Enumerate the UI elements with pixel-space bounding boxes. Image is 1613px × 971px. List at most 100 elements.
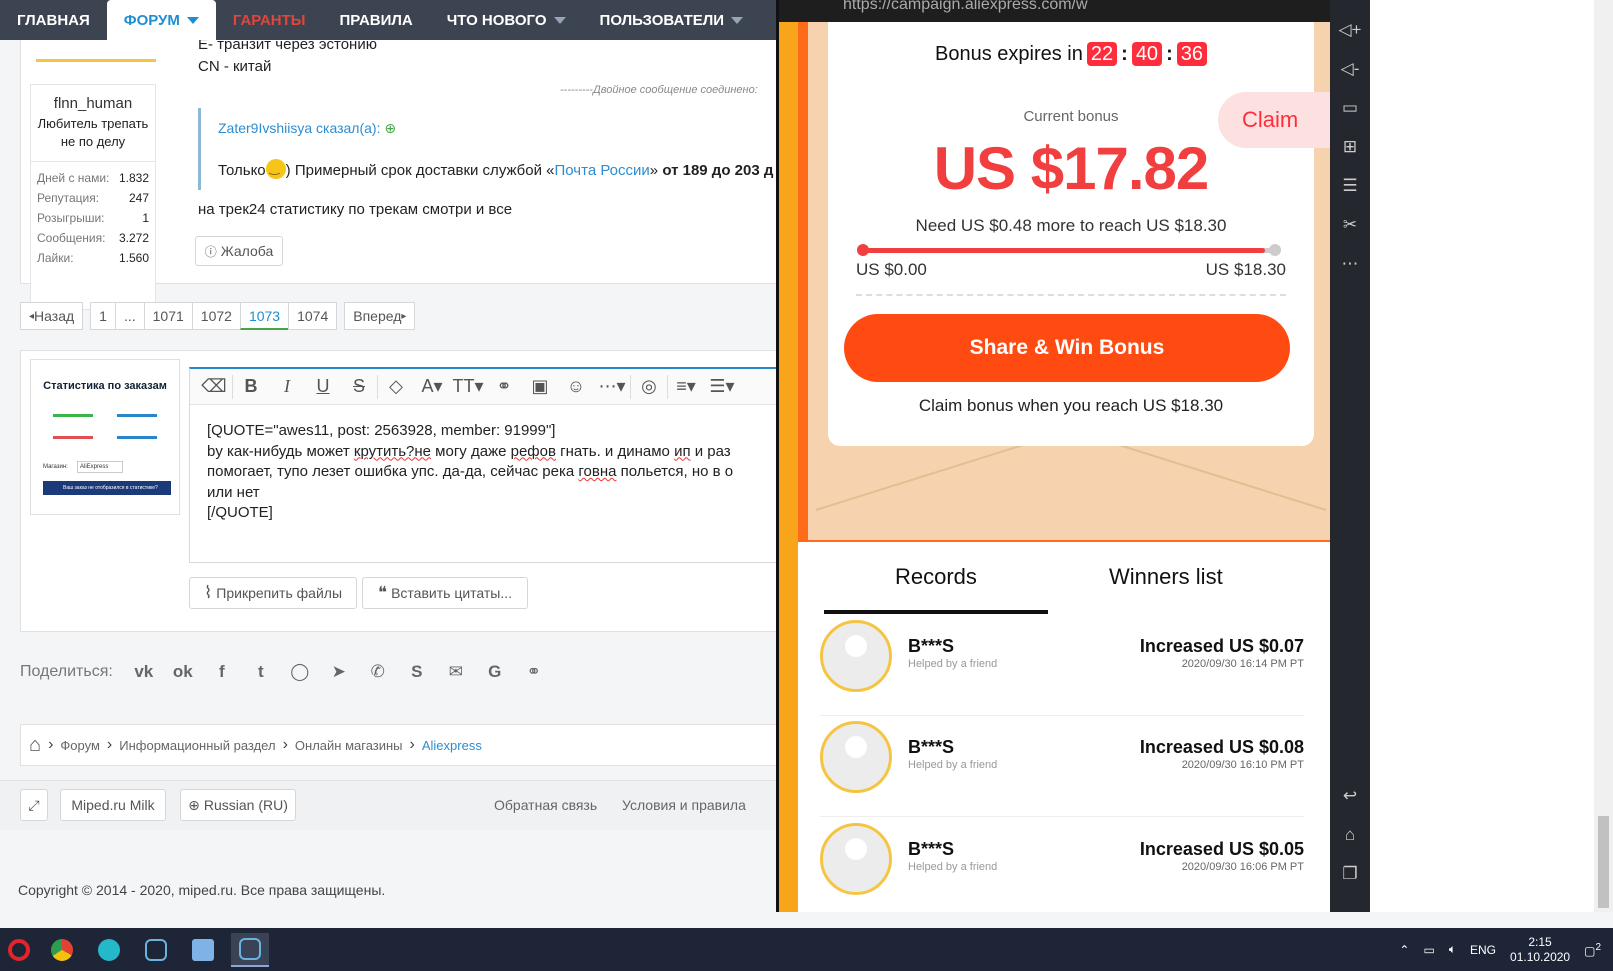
network-icon[interactable]: ▭ bbox=[1423, 943, 1434, 957]
breadcrumb-item[interactable]: Онлайн магазины bbox=[295, 738, 403, 753]
feedback-link[interactable]: Обратная связь bbox=[494, 797, 597, 813]
tab-winners-list[interactable]: Winners list bbox=[1109, 564, 1223, 590]
terms-link[interactable]: Условия и правила bbox=[622, 797, 746, 813]
avatar[interactable] bbox=[36, 40, 156, 62]
italic-icon[interactable]: I bbox=[269, 376, 305, 397]
style-chooser-button[interactable]: Miped.ru Milk bbox=[60, 789, 166, 821]
editor-text[interactable]: [QUOTE="awes11, post: 2563928, member: 9… bbox=[190, 405, 790, 540]
chevron-up-icon[interactable]: ⌃ bbox=[1399, 943, 1409, 957]
pager-next[interactable]: Вперед ▸ bbox=[344, 302, 416, 330]
whatsapp-icon[interactable]: ◯ bbox=[288, 660, 312, 684]
nox-icon[interactable] bbox=[137, 933, 175, 967]
expand-icon[interactable]: ⤢ bbox=[20, 789, 48, 821]
pager-page[interactable]: 1074 bbox=[288, 302, 338, 330]
list-icon[interactable]: ☰▾ bbox=[704, 376, 740, 397]
report-button[interactable]: ⓘ Жалоба bbox=[195, 236, 283, 266]
home-icon[interactable]: ⌂ bbox=[29, 734, 41, 757]
screen-icon[interactable]: ▭ bbox=[1338, 96, 1362, 120]
volume-down-icon[interactable]: ◁- bbox=[1338, 57, 1362, 81]
align-icon[interactable]: ≡▾ bbox=[668, 376, 704, 397]
url-bar[interactable]: https://campaign.aliexpress.com/w bbox=[779, 0, 1370, 22]
app-icon[interactable] bbox=[90, 933, 128, 967]
breadcrumb-item[interactable]: Форум bbox=[60, 738, 100, 753]
skype-icon[interactable]: S bbox=[405, 660, 429, 684]
username[interactable]: flnn_human bbox=[31, 95, 155, 112]
chevron-down-icon[interactable] bbox=[186, 16, 199, 24]
language-chooser-button[interactable]: ⊕ Russian (RU) bbox=[180, 789, 296, 821]
nav-users[interactable]: ПОЛЬЗОВАТЕЛИ bbox=[583, 0, 761, 40]
nav-guarantors[interactable]: ГАРАНТЫ bbox=[216, 0, 323, 40]
facebook-icon[interactable]: f bbox=[210, 660, 234, 684]
scissors-icon[interactable]: ✂ bbox=[1338, 213, 1362, 237]
viber-icon[interactable]: ✆ bbox=[366, 660, 390, 684]
message-editor[interactable]: ⌫ B I U S ◇ A▾ TT▾ ⚭ ▣ ☺ ⋯▾ ◎ ≡▾ ☰▾ [QUO… bbox=[189, 367, 790, 563]
smile-icon[interactable]: ☺ bbox=[558, 376, 594, 397]
misspelled-word: ип bbox=[674, 442, 691, 460]
recent-apps-icon[interactable]: ❐ bbox=[1338, 862, 1362, 886]
opera-icon[interactable] bbox=[0, 933, 38, 967]
nav-whats-new[interactable]: ЧТО НОВОГО bbox=[430, 0, 583, 40]
pager-ellipsis[interactable]: ... bbox=[114, 302, 145, 330]
pager-page[interactable]: 1 bbox=[90, 302, 116, 330]
book-icon[interactable] bbox=[184, 933, 222, 967]
multi-instance-icon[interactable]: ☰ bbox=[1338, 174, 1362, 198]
nav-forum[interactable]: ФОРУМ bbox=[106, 0, 216, 40]
link-icon[interactable]: ⚭ bbox=[486, 376, 522, 397]
volume-up-icon[interactable]: ◁+ bbox=[1338, 18, 1362, 42]
attach-files-button[interactable]: ⌇ Прикрепить файлы bbox=[189, 577, 357, 609]
scrollbar-thumb[interactable] bbox=[1598, 816, 1609, 908]
image-icon[interactable]: ▣ bbox=[522, 376, 558, 397]
stat-key: Розыгрыши: bbox=[37, 211, 105, 225]
email-icon[interactable]: ✉ bbox=[444, 660, 468, 684]
pager-page[interactable]: 1071 bbox=[143, 302, 193, 330]
home-icon[interactable]: ⌂ bbox=[1338, 823, 1362, 847]
odnoklassniki-icon[interactable]: ok bbox=[171, 660, 195, 684]
volume-icon[interactable]: 🔈︎ bbox=[1449, 942, 1456, 957]
clock[interactable]: 2:15 01.10.2020 bbox=[1510, 935, 1570, 965]
scrollbar[interactable] bbox=[1594, 0, 1613, 912]
more-icon[interactable]: ⋯ bbox=[1338, 252, 1362, 276]
breadcrumb-current[interactable]: Aliexpress bbox=[422, 738, 482, 753]
quote-author[interactable]: Zater9Ivshiisya сказал(а): ⊕ bbox=[218, 120, 396, 137]
vk-icon[interactable]: vk bbox=[132, 660, 156, 684]
eraser-icon[interactable]: ⌫ bbox=[196, 376, 232, 397]
nav-rules[interactable]: ПРАВИЛА bbox=[322, 0, 429, 40]
hide-icon[interactable]: ◎ bbox=[631, 376, 667, 397]
telegram-icon[interactable]: ➤ bbox=[327, 660, 351, 684]
notifications-icon[interactable]: ▢2 bbox=[1584, 942, 1601, 958]
color-drop-icon[interactable]: ◇ bbox=[378, 376, 414, 397]
quote-bold: от 189 до 203 д bbox=[662, 162, 774, 179]
apk-install-icon[interactable]: ⊞ bbox=[1338, 135, 1362, 159]
nav-home[interactable]: ГЛАВНАЯ bbox=[0, 0, 107, 40]
link-icon[interactable]: ⚭ bbox=[522, 660, 546, 684]
underline-icon[interactable]: U bbox=[305, 376, 341, 397]
strikethrough-icon[interactable]: S bbox=[341, 376, 377, 397]
font-icon[interactable]: A▾ bbox=[414, 376, 450, 397]
more-icon[interactable]: ⋯▾ bbox=[594, 376, 630, 397]
breadcrumb-item[interactable]: Информационный раздел bbox=[119, 738, 275, 753]
chevron-down-icon[interactable] bbox=[731, 16, 744, 24]
reply-panel: Статистика по заказам Магазин: AliExpres… bbox=[20, 350, 790, 632]
share-win-bonus-button[interactable]: Share & Win Bonus bbox=[844, 314, 1290, 382]
font-size-icon[interactable]: TT▾ bbox=[450, 376, 486, 397]
pager-prev[interactable]: ◂ Назад bbox=[20, 302, 84, 330]
user-avatar-thumbnail[interactable]: Статистика по заказам Магазин: AliExpres… bbox=[30, 359, 180, 515]
thumb-store-select: AliExpress bbox=[77, 461, 123, 473]
emulator-window: https://campaign.aliexpress.com/w Bonus … bbox=[776, 0, 1370, 912]
back-icon[interactable]: ↩ bbox=[1338, 784, 1362, 808]
arrow-up-circle-icon[interactable]: ⊕ bbox=[384, 120, 396, 136]
quote-link[interactable]: Почта России bbox=[555, 162, 650, 179]
tab-records[interactable]: Records bbox=[895, 564, 977, 590]
twitter-icon[interactable]: t bbox=[249, 660, 273, 684]
pager-page-current[interactable]: 1073 bbox=[239, 302, 290, 330]
nox-active-icon[interactable] bbox=[231, 933, 269, 967]
google-icon[interactable]: G bbox=[483, 660, 507, 684]
editor-span: by как-нибудь может bbox=[207, 442, 354, 460]
chevron-down-icon[interactable] bbox=[553, 16, 566, 24]
pager-page[interactable]: 1072 bbox=[191, 302, 241, 330]
language-indicator[interactable]: ENG bbox=[1470, 943, 1496, 957]
bold-icon[interactable]: B bbox=[233, 376, 269, 397]
insert-quotes-button[interactable]: ❝ Вставить цитаты... bbox=[362, 577, 528, 609]
chrome-icon[interactable] bbox=[43, 933, 81, 967]
caret-right-icon: ▸ bbox=[401, 310, 407, 322]
